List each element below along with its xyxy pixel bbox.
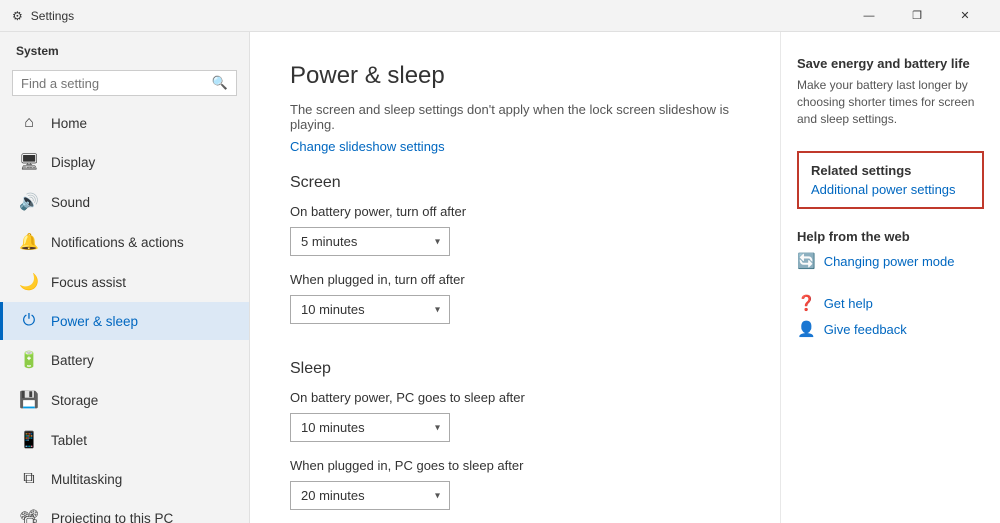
sidebar-item-tablet[interactable]: 📱 Tablet (0, 420, 249, 460)
give-feedback-label: Give feedback (824, 322, 907, 337)
give-feedback-link[interactable]: 👤 Give feedback (797, 320, 984, 338)
system-label: System (0, 32, 249, 62)
sidebar-item-label: Power & sleep (51, 314, 138, 329)
settings-icon: ⚙ (12, 9, 23, 23)
close-button[interactable]: ✕ (942, 0, 988, 32)
home-icon: ⌂ (19, 114, 39, 132)
sidebar-item-label: Projecting to this PC (51, 511, 173, 523)
sleep-plugged-select[interactable]: 20 minutes 1 minute 2 minutes 5 minutes … (290, 481, 450, 510)
screen-battery-label: On battery power, turn off after (290, 204, 740, 219)
power-icon: ⏻ (19, 312, 39, 330)
sidebar-item-label: Notifications & actions (51, 235, 184, 250)
sidebar-item-label: Display (51, 155, 95, 170)
changing-power-mode-link[interactable]: 🔄 Changing power mode (797, 252, 984, 270)
sidebar-item-home[interactable]: ⌂ Home (0, 104, 249, 142)
multitasking-icon: ⧉ (19, 470, 39, 488)
screen-plugged-select[interactable]: 10 minutes 1 minute 2 minutes 3 minutes … (290, 295, 450, 324)
description-text: The screen and sleep settings don't appl… (290, 102, 740, 132)
tablet-icon: 📱 (19, 430, 39, 450)
sidebar-item-notifications[interactable]: 🔔 Notifications & actions (0, 222, 249, 262)
sidebar-item-focus[interactable]: 🌙 Focus assist (0, 262, 249, 302)
sidebar-item-battery[interactable]: 🔋 Battery (0, 340, 249, 380)
sidebar-item-power[interactable]: ⏻ Power & sleep (0, 302, 249, 340)
search-icon[interactable]: 🔍 (212, 75, 228, 91)
restore-button[interactable]: ❐ (894, 0, 940, 32)
sidebar-item-label: Tablet (51, 433, 87, 448)
screen-plugged-label: When plugged in, turn off after (290, 272, 740, 287)
window-title: Settings (31, 9, 74, 23)
sidebar-item-multitasking[interactable]: ⧉ Multitasking (0, 460, 249, 498)
feedback-icon: 👤 (797, 320, 816, 338)
sidebar-item-storage[interactable]: 💾 Storage (0, 380, 249, 420)
notifications-icon: 🔔 (19, 232, 39, 252)
sidebar-item-label: Storage (51, 393, 98, 408)
support-section: ❓ Get help 👤 Give feedback (797, 294, 984, 338)
sleep-plugged-select-wrap: 20 minutes 1 minute 2 minutes 5 minutes … (290, 481, 450, 510)
sidebar-item-label: Focus assist (51, 275, 126, 290)
storage-icon: 💾 (19, 390, 39, 410)
page-title: Power & sleep (290, 62, 740, 90)
changing-power-mode-label: Changing power mode (824, 254, 955, 269)
minimize-button[interactable]: — (846, 0, 892, 32)
sidebar-item-sound[interactable]: 🔊 Sound (0, 182, 249, 222)
content-area: Power & sleep The screen and sleep setti… (250, 32, 780, 523)
get-help-link[interactable]: ❓ Get help (797, 294, 984, 312)
title-bar: ⚙ Settings — ❐ ✕ (0, 0, 1000, 32)
main-layout: System 🔍 ⌂ Home 🖥 Display 🔊 Sound 🔔 Noti… (0, 32, 1000, 523)
sleep-plugged-label: When plugged in, PC goes to sleep after (290, 458, 740, 473)
save-energy-section: Save energy and battery life Make your b… (797, 56, 984, 127)
battery-icon: 🔋 (19, 350, 39, 370)
help-section: Help from the web 🔄 Changing power mode (797, 229, 984, 270)
screen-section-title: Screen (290, 174, 740, 192)
right-panel: Save energy and battery life Make your b… (780, 32, 1000, 523)
title-bar-controls: — ❐ ✕ (846, 0, 988, 32)
power-mode-icon: 🔄 (797, 252, 816, 270)
sidebar-item-label: Home (51, 116, 87, 131)
display-icon: 🖥 (19, 152, 39, 172)
sidebar-item-label: Battery (51, 353, 94, 368)
save-energy-heading: Save energy and battery life (797, 56, 984, 71)
search-input[interactable] (21, 76, 206, 91)
focus-icon: 🌙 (19, 272, 39, 292)
sleep-section-title: Sleep (290, 360, 740, 378)
search-box: 🔍 (12, 70, 237, 96)
screen-battery-select-wrap: 5 minutes 1 minute 2 minutes 3 minutes 1… (290, 227, 450, 256)
sidebar: System 🔍 ⌂ Home 🖥 Display 🔊 Sound 🔔 Noti… (0, 32, 250, 523)
sidebar-item-label: Sound (51, 195, 90, 210)
help-icon: ❓ (797, 294, 816, 312)
screen-plugged-select-wrap: 10 minutes 1 minute 2 minutes 3 minutes … (290, 295, 450, 324)
change-slideshow-link[interactable]: Change slideshow settings (290, 139, 445, 154)
related-settings-box: Related settings Additional power settin… (797, 151, 984, 209)
sleep-battery-select[interactable]: 10 minutes 1 minute 2 minutes 5 minutes … (290, 413, 450, 442)
projecting-icon: 📽 (19, 508, 39, 523)
get-help-label: Get help (824, 296, 873, 311)
sleep-battery-select-wrap: 10 minutes 1 minute 2 minutes 5 minutes … (290, 413, 450, 442)
related-settings-heading: Related settings (811, 163, 970, 178)
sidebar-item-projecting[interactable]: 📽 Projecting to this PC (0, 498, 249, 523)
save-energy-text: Make your battery last longer by choosin… (797, 77, 984, 127)
sidebar-nav: ⌂ Home 🖥 Display 🔊 Sound 🔔 Notifications… (0, 104, 249, 523)
sound-icon: 🔊 (19, 192, 39, 212)
sidebar-item-label: Multitasking (51, 472, 122, 487)
sleep-battery-label: On battery power, PC goes to sleep after (290, 390, 740, 405)
help-heading: Help from the web (797, 229, 984, 244)
additional-power-link[interactable]: Additional power settings (811, 182, 956, 197)
screen-battery-select[interactable]: 5 minutes 1 minute 2 minutes 3 minutes 1… (290, 227, 450, 256)
sidebar-item-display[interactable]: 🖥 Display (0, 142, 249, 182)
title-bar-left: ⚙ Settings (12, 9, 74, 23)
